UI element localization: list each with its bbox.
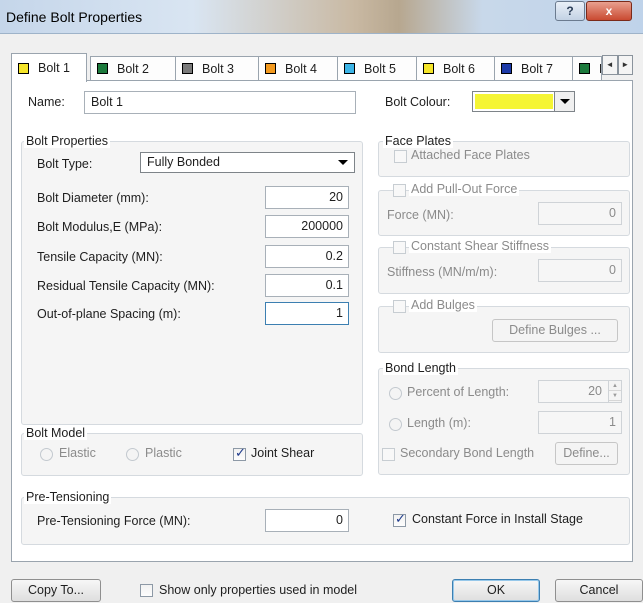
bond-length-title: Bond Length [383,361,458,375]
face-plates-title: Face Plates [383,134,454,148]
bolt-color-swatch-icon [344,63,355,74]
bolt-colour-swatch [475,94,553,109]
ok-button[interactable]: OK [452,579,540,602]
secondary-bond-length-checkbox[interactable] [382,448,395,461]
window-title: Define Bolt Properties [6,9,143,25]
name-label: Name: [28,95,65,109]
pull-out-force-input[interactable]: 0 [538,202,622,225]
bolt-colour-label: Bolt Colour: [385,95,451,109]
plastic-label: Plastic [145,446,182,460]
percent-spinner[interactable]: ▲ ▼ [608,381,621,402]
bolt-modulus-input[interactable]: 200000 [265,215,349,238]
bolt-properties-title: Bolt Properties [24,134,110,148]
length-input[interactable]: 1 [538,411,622,434]
tab-label: Bolt 1 [38,61,70,75]
bolt-type-value: Fully Bonded [147,155,220,169]
tab-bolt-5[interactable]: Bolt 5 [337,56,417,80]
length-radio[interactable] [389,418,402,431]
elastic-radio[interactable] [40,448,53,461]
constant-force-checkbox[interactable] [393,512,406,527]
attached-face-plates-label: Attached Face Plates [411,148,530,162]
residual-tensile-capacity-label: Residual Tensile Capacity (MN): [37,279,215,293]
bolt-diameter-input[interactable]: 20 [265,186,349,209]
plastic-radio[interactable] [126,448,139,461]
copy-to-button[interactable]: Copy To... [11,579,101,602]
tab-bolt-1[interactable]: Bolt 1 [11,53,87,82]
tensile-capacity-label: Tensile Capacity (MN): [37,250,163,264]
tab-scroll-right-icon[interactable]: ► [617,55,633,75]
tab-bolt-6[interactable]: Bolt 6 [416,56,495,80]
close-button[interactable]: x [586,1,632,21]
name-input[interactable]: Bolt 1 [84,91,356,114]
tab-label: Bolt 3 [202,61,234,76]
tab-scroll-left-icon[interactable]: ◄ [602,55,618,75]
bolt-color-swatch-icon [97,63,108,74]
tab-bolt-4[interactable]: Bolt 4 [258,56,338,80]
tab-bolt-7[interactable]: Bolt 7 [494,56,573,80]
spinner-up-icon[interactable]: ▲ [609,381,621,391]
define-bulges-button[interactable]: Define Bulges ... [492,319,618,342]
show-only-used-label: Show only properties used in model [159,583,358,597]
help-button[interactable]: ? [555,1,585,21]
add-bulges-label: Add Bulges [409,298,477,312]
tab-label: Bolt 5 [364,61,396,76]
cancel-button[interactable]: Cancel [555,579,643,602]
tab-bolt-8[interactable]: B [572,56,602,80]
pre-tensioning-force-label: Pre-Tensioning Force (MN): [37,514,191,528]
stiffness-input[interactable]: 0 [538,259,622,282]
tab-label: Bolt 7 [521,61,553,76]
constant-force-label: Constant Force in Install Stage [412,512,583,526]
tab-label: Bolt 4 [285,61,317,76]
bolt-color-swatch-icon [182,63,193,74]
constant-shear-stiffness-checkbox[interactable] [393,241,406,254]
out-of-plane-spacing-input[interactable]: 1 [265,302,349,325]
elastic-label: Elastic [59,446,96,460]
bolt-colour-picker[interactable] [472,91,575,112]
show-only-used-checkbox[interactable] [140,584,153,597]
dialog-window: Define Bolt Properties ? x Bolt 1 Bolt 2… [0,0,643,603]
spinner-down-icon[interactable]: ▼ [609,391,621,401]
pre-tensioning-title: Pre-Tensioning [24,490,112,504]
add-pull-out-force-checkbox[interactable] [393,184,406,197]
bolt-model-title: Bolt Model [24,426,88,440]
residual-tensile-capacity-input[interactable]: 0.1 [265,274,349,297]
add-bulges-checkbox[interactable] [393,300,406,313]
stiffness-label: Stiffness (MN/m/m): [387,265,498,279]
tab-label: Bolt 2 [117,61,149,76]
define-secondary-bond-button[interactable]: Define... [555,442,618,465]
bolt-type-label: Bolt Type: [37,157,93,171]
bolt-color-swatch-icon [423,63,434,74]
bolt-tab-strip: Bolt 1 Bolt 2 Bolt 3 Bolt 4 Bolt 5 Bolt … [11,53,633,82]
bolt-type-select[interactable]: Fully Bonded [140,152,355,173]
length-label: Length (m): [407,416,471,430]
tab-bolt-2[interactable]: Bolt 2 [90,56,176,80]
joint-shear-checkbox[interactable] [233,446,246,461]
joint-shear-label: Joint Shear [251,446,315,460]
bolt-color-swatch-icon [579,63,590,74]
bolt-color-swatch-icon [265,63,276,74]
tab-scroll-arrows: ◄ ► [602,55,633,75]
bolt-modulus-label: Bolt Modulus,E (MPa): [37,220,163,234]
tensile-capacity-input[interactable]: 0.2 [265,245,349,268]
out-of-plane-spacing-label: Out-of-plane Spacing (m): [37,307,181,321]
bolt-diameter-label: Bolt Diameter (mm): [37,191,149,205]
percent-of-length-label: Percent of Length: [407,385,510,399]
bolt-color-swatch-icon [18,62,29,74]
percent-of-length-radio[interactable] [389,387,402,400]
attached-face-plates-checkbox[interactable] [394,150,407,163]
constant-shear-stiffness-label: Constant Shear Stiffness [409,239,552,253]
secondary-bond-length-label: Secondary Bond Length [400,446,535,460]
title-bar[interactable]: Define Bolt Properties ? x [0,0,643,34]
add-pull-out-force-label: Add Pull-Out Force [409,182,520,196]
force-label: Force (MN): [387,208,454,222]
chevron-down-icon[interactable] [554,92,574,111]
pre-tensioning-force-input[interactable]: 0 [265,509,349,532]
bolt-color-swatch-icon [501,63,512,74]
tab-bolt-3[interactable]: Bolt 3 [175,56,259,80]
tab-label: Bolt 6 [443,61,475,76]
chevron-down-icon [338,160,348,165]
